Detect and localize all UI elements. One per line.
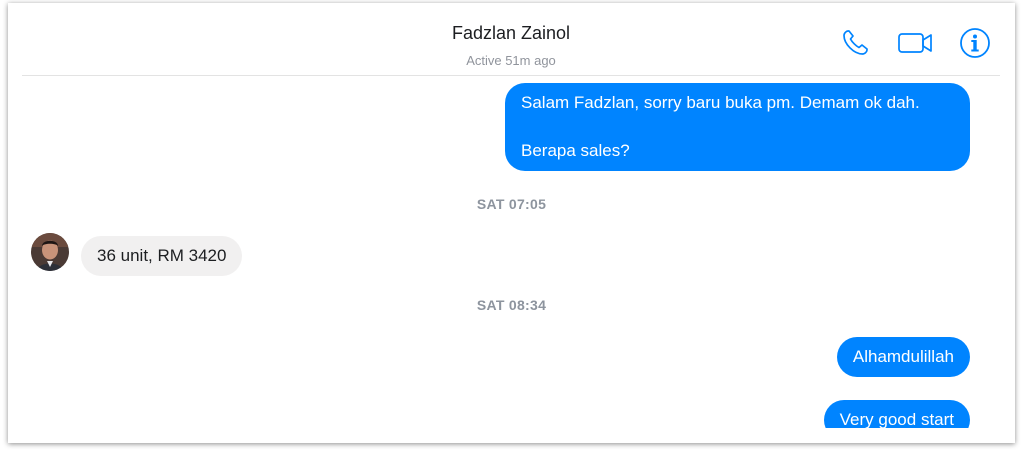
video-camera-icon[interactable]: [896, 27, 936, 59]
incoming-message[interactable]: 36 unit, RM 3420: [81, 236, 243, 276]
conversation-header: Fadzlan Zainol Active 51m ago: [22, 3, 1000, 76]
info-icon[interactable]: [958, 27, 992, 59]
phone-icon[interactable]: [838, 27, 872, 59]
message-text: Very good start: [839, 410, 954, 428]
timestamp: SAT 08:34: [476, 297, 547, 313]
outgoing-message[interactable]: Very good start: [823, 400, 970, 428]
avatar[interactable]: [31, 233, 69, 271]
outgoing-message[interactable]: Alhamdulillah: [836, 337, 970, 377]
message-text: 36 unit, RM 3420: [97, 246, 227, 265]
message-text: Alhamdulillah: [852, 347, 954, 366]
chat-window: Fadzlan Zainol Active 51m ago Salam Fadz…: [8, 3, 1015, 443]
message-list[interactable]: Salam Fadzlan, sorry baru buka pm. Demam…: [8, 76, 1015, 428]
outgoing-message[interactable]: Salam Fadzlan, sorry baru buka pm. Demam…: [505, 83, 970, 171]
timestamp: SAT 07:05: [476, 196, 547, 212]
message-text: Berapa sales?: [521, 141, 630, 160]
message-text: Salam Fadzlan, sorry baru buka pm. Demam…: [521, 93, 920, 112]
